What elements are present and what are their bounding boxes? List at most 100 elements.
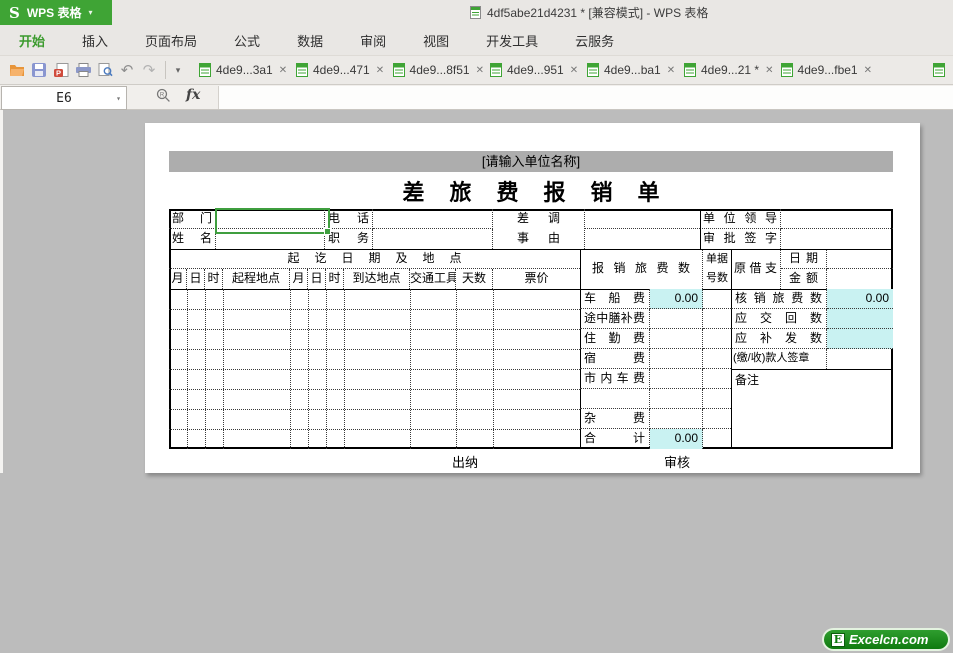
tab-review[interactable]: 审阅 [360, 31, 386, 50]
fee-label-cell[interactable]: 途中膳补费 [580, 309, 650, 329]
save-button[interactable] [28, 58, 50, 82]
receipt-no-cell[interactable] [703, 389, 731, 409]
loan-date-value-cell[interactable] [827, 249, 893, 269]
fee-value-cell[interactable] [650, 369, 703, 389]
itinerary-grid[interactable] [169, 289, 580, 449]
fee-label-cell[interactable]: 车船费 [580, 289, 650, 309]
leader-approve-label1-cell[interactable]: 单位领导 [700, 209, 781, 229]
receipt-no-cell[interactable] [703, 309, 731, 329]
close-icon[interactable]: ✕ [667, 65, 675, 76]
leader-sign-value-cell2[interactable] [781, 229, 893, 249]
fee-value-cell[interactable]: 0.00 [650, 289, 703, 309]
fill-handle[interactable] [324, 228, 331, 235]
receipt-number-header-cell[interactable]: 单据 号数 [703, 249, 731, 289]
settle-label-cell[interactable]: 核销旅费数 [731, 289, 827, 309]
receipt-no-cell[interactable] [703, 369, 731, 389]
fee-label-cell[interactable] [580, 389, 650, 409]
tab-cloud[interactable]: 云服务 [575, 31, 614, 50]
doc-tab-2[interactable]: 4de9...471 ✕ [290, 56, 387, 84]
payee-seal-label-cell[interactable]: (缴/收)款人签章 [731, 349, 827, 369]
col-header-month2[interactable]: 月 [290, 269, 308, 289]
claim-amount-header-cell[interactable]: 报销旅费数 [580, 249, 703, 289]
fee-label-cell[interactable]: 宿费 [580, 349, 650, 369]
fee-value-cell[interactable]: 0.00 [650, 429, 703, 449]
doc-tab-1[interactable]: 4de9...3a1 ✕ [193, 56, 290, 84]
receipt-no-cell[interactable] [703, 429, 731, 449]
receipt-no-cell[interactable] [703, 289, 731, 309]
open-button[interactable] [6, 58, 28, 82]
sheet-doc-icon-partial[interactable] [933, 63, 945, 77]
doc-tab-5[interactable]: 4de9...ba1 ✕ [581, 56, 678, 84]
trip-reason-value-cell2[interactable] [585, 229, 700, 249]
fee-value-cell[interactable] [650, 409, 703, 429]
company-name-banner-cell[interactable]: [请输入单位名称] [169, 151, 893, 172]
loan-date-label-cell[interactable]: 日期 [781, 249, 827, 269]
receipt-no-cell[interactable] [703, 349, 731, 369]
loan-amount-label-cell[interactable]: 金额 [781, 269, 827, 289]
close-icon[interactable]: ✕ [279, 65, 287, 76]
cashier-label-cell[interactable]: 出纳 [425, 452, 505, 471]
col-header-hour1[interactable]: 时 [205, 269, 223, 289]
col-header-hour2[interactable]: 时 [326, 269, 344, 289]
close-icon[interactable]: ✕ [864, 65, 872, 76]
receipt-no-cell[interactable] [703, 329, 731, 349]
close-icon[interactable]: ✕ [765, 65, 773, 76]
close-icon[interactable]: ✕ [376, 65, 384, 76]
settle-label-cell[interactable]: 应交回数 [731, 309, 827, 329]
col-header-arrive-place[interactable]: 到达地点 [344, 269, 410, 289]
close-icon[interactable]: ✕ [570, 65, 578, 76]
tab-home[interactable]: 开始 [19, 31, 45, 50]
payee-seal-value-cell[interactable] [827, 349, 893, 369]
fee-label-cell[interactable]: 合计 [580, 429, 650, 449]
doc-tab-3[interactable]: 4de9...8f51 ✕ [387, 56, 484, 84]
search-icon[interactable]: R [156, 88, 171, 103]
trip-reason-label-cell[interactable]: 差调 事由 [493, 209, 585, 249]
fee-label-cell[interactable]: 住勤费 [580, 329, 650, 349]
doc-tab-7[interactable]: 4de9...fbe1 ✕ [775, 56, 872, 84]
col-header-fare[interactable]: 票价 [493, 269, 580, 289]
insert-function-button[interactable]: fx [186, 87, 200, 103]
route-dates-header-cell[interactable]: 起讫日期及地点 [169, 249, 580, 269]
settle-value-cell[interactable]: 0.00 [827, 289, 893, 309]
phone-label-cell[interactable]: 电话 [325, 209, 373, 229]
doc-tab-4[interactable]: 4de9...951 ✕ [484, 56, 581, 84]
fee-label-cell[interactable]: 杂费 [580, 409, 650, 429]
col-header-day1[interactable]: 日 [187, 269, 205, 289]
tab-developer[interactable]: 开发工具 [486, 31, 538, 50]
toolbar-more-button[interactable]: ▾ [171, 58, 185, 82]
form-title[interactable]: 差旅费报销单 [169, 175, 893, 207]
redo-button[interactable]: ↷ [138, 58, 160, 82]
leader-sign-value-cell[interactable] [781, 209, 893, 229]
phone-value-cell[interactable] [373, 209, 493, 229]
original-loan-header-cell[interactable]: 原借支 [731, 249, 781, 289]
col-header-days[interactable]: 天数 [456, 269, 493, 289]
fee-value-cell[interactable] [650, 349, 703, 369]
tab-data[interactable]: 数据 [297, 31, 323, 50]
auditor-label-cell[interactable]: 审核 [637, 452, 717, 471]
note-cell[interactable]: 备注 [731, 370, 893, 449]
name-label-cell[interactable]: 姓名 [169, 229, 216, 249]
selected-cell-highlight[interactable] [215, 208, 331, 235]
close-icon[interactable]: ✕ [476, 65, 484, 76]
cell-name-box[interactable]: E6 ▾ [1, 86, 127, 110]
print-preview-button[interactable] [94, 58, 116, 82]
excelcn-watermark[interactable]: E Excelcn.com [822, 628, 950, 651]
formula-input[interactable] [218, 86, 953, 109]
receipt-no-cell[interactable] [703, 409, 731, 429]
leader-approve-label2-cell[interactable]: 审批签字 [700, 229, 781, 249]
job-label-cell[interactable]: 职务 [325, 229, 373, 249]
tab-page-layout[interactable]: 页面布局 [145, 31, 197, 50]
loan-amount-value-cell[interactable] [827, 269, 893, 289]
dept-label-cell[interactable]: 部门 [169, 209, 216, 229]
tab-formulas[interactable]: 公式 [234, 31, 260, 50]
undo-button[interactable]: ↶ [116, 58, 138, 82]
fee-value-cell[interactable] [650, 329, 703, 349]
wps-app-button[interactable]: S WPS 表格 ▾ [0, 0, 112, 25]
print-button[interactable] [72, 58, 94, 82]
col-header-transport[interactable]: 交通工具 [410, 269, 456, 289]
settle-value-cell[interactable] [827, 309, 893, 329]
settle-label-cell[interactable]: 应补发数 [731, 329, 827, 349]
fee-value-cell[interactable] [650, 309, 703, 329]
trip-reason-value-cell[interactable] [585, 209, 700, 229]
export-pdf-button[interactable]: P [50, 58, 72, 82]
